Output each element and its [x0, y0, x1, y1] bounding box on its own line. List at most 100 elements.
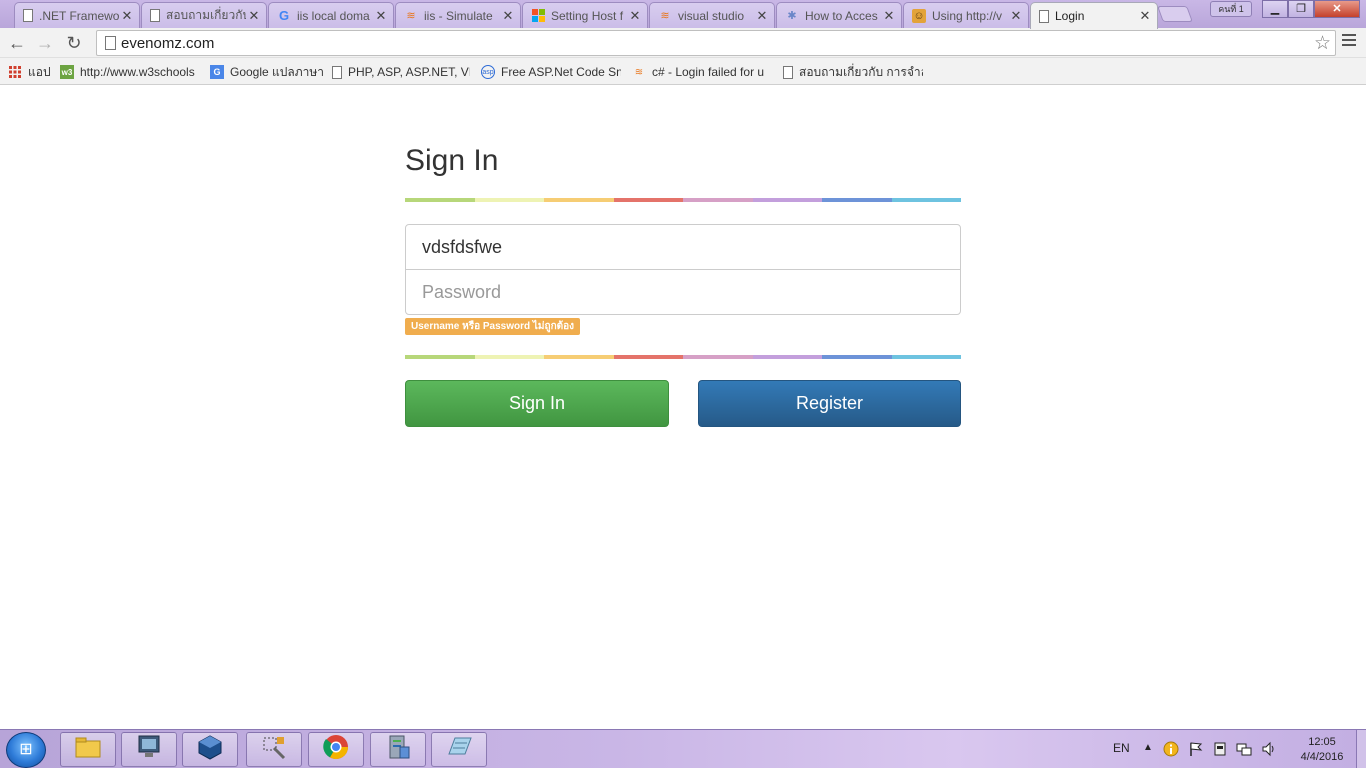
computer-icon [135, 734, 163, 766]
bookmark-free-asp[interactable]: asp Free ASP.Net Code Sn [481, 63, 621, 81]
close-icon[interactable]: ✕ [1137, 8, 1153, 24]
taskbar-file-explorer[interactable] [60, 732, 116, 767]
tab-setting-host[interactable]: Setting Host f ✕ [522, 2, 648, 28]
tab-dotnet-framework[interactable]: .NET Framewo ✕ [14, 2, 140, 28]
username-input[interactable] [405, 224, 961, 270]
address-bar[interactable]: evenomz.com ☆ [96, 30, 1336, 56]
reload-icon: ↻ [66, 33, 82, 53]
taskbar-chrome[interactable] [308, 732, 364, 767]
page-icon [332, 65, 342, 79]
microsoft-icon [531, 9, 545, 23]
arrow-left-icon: ← [8, 33, 26, 53]
tab-visual-studio[interactable]: ≋ visual studio ✕ [649, 2, 775, 28]
stackoverflow-icon: ≋ [406, 10, 416, 22]
bookmark-thai-simulation[interactable]: สอบถามเกี่ยวกับ การจำลอ [783, 63, 923, 81]
bookmark-php-asp[interactable]: PHP, ASP, ASP.NET, VI [332, 63, 470, 81]
asp-icon: asp [481, 65, 495, 79]
minimize-button[interactable]: ▁ [1262, 0, 1288, 18]
taskbar-server-manager[interactable] [370, 732, 426, 767]
bookmark-apps[interactable]: แอป [8, 63, 56, 81]
tab-title: Login [1055, 9, 1085, 23]
arrow-right-icon: → [36, 33, 54, 53]
action-center-flag-icon[interactable] [1188, 741, 1204, 760]
stackoverflow-icon: ≋ [634, 66, 644, 78]
reload-button[interactable]: ↻ [63, 32, 85, 54]
profile-button[interactable]: คนที่ 1 [1210, 1, 1252, 17]
close-window-button[interactable]: ✕ [1314, 0, 1360, 18]
tab-title: สอบถามเกี่ยวกับ [166, 8, 246, 22]
taskbar-virtualbox[interactable] [182, 732, 238, 767]
new-tab-button[interactable] [1157, 6, 1193, 22]
taskbar-computer[interactable] [121, 732, 177, 767]
network-icon[interactable] [1236, 741, 1252, 760]
tray-info-icon[interactable] [1163, 741, 1179, 760]
taskbar-tools[interactable] [246, 732, 302, 767]
tab-title: .NET Framewo [39, 8, 119, 23]
page-icon [150, 9, 160, 22]
close-icon[interactable]: ✕ [373, 8, 389, 24]
password-input[interactable] [405, 269, 961, 315]
page-icon [23, 9, 33, 22]
bookmark-label: c# - Login failed for u [652, 65, 765, 79]
close-icon[interactable]: ✕ [500, 8, 516, 24]
google-icon: G [278, 8, 290, 23]
close-icon[interactable]: ✕ [1008, 8, 1024, 24]
back-button[interactable]: ← [6, 32, 28, 54]
tab-title: iis - Simulate [424, 8, 493, 23]
close-icon[interactable]: ✕ [754, 8, 770, 24]
tab-iis-simulate[interactable]: ≋ iis - Simulate ✕ [395, 2, 521, 28]
page-icon [783, 65, 793, 79]
tab-thai-question[interactable]: สอบถามเกี่ยวกับ ✕ [141, 2, 267, 28]
page-icon [105, 36, 116, 50]
bookmark-w3schools[interactable]: w3 http://www.w3schools [60, 63, 200, 81]
bookmark-label: Google แปลภาษา [230, 64, 325, 79]
maximize-button[interactable]: ❐ [1288, 0, 1314, 18]
error-badge: Username หรือ Password ไม่ถูกต้อง [405, 318, 581, 335]
volume-icon[interactable] [1261, 741, 1277, 760]
bookmark-csharp-login[interactable]: ≋ c# - Login failed for u [632, 63, 772, 81]
rainbow-divider-bottom [405, 355, 961, 359]
rainbow-divider-top [405, 198, 961, 202]
msdn-icon: ✱ [787, 10, 797, 22]
tab-iis-local-domain[interactable]: G iis local doma ✕ [268, 2, 394, 28]
tab-how-to-access[interactable]: ✱ How to Acces ✕ [776, 2, 902, 28]
file-explorer-icon [74, 735, 102, 765]
close-icon[interactable]: ✕ [119, 8, 135, 24]
bookmark-google-translate[interactable]: G Google แปลภาษา [210, 63, 326, 81]
show-desktop-button[interactable] [1356, 730, 1366, 768]
taskbar-notepad[interactable] [431, 732, 487, 767]
language-indicator[interactable]: EN [1113, 741, 1130, 755]
w3schools-icon: w3 [60, 65, 74, 79]
tab-title: visual studio [678, 8, 745, 23]
tab-strip: .NET Framewo ✕ สอบถามเกี่ยวกับ ✕ G iis l… [0, 0, 1366, 29]
url-text[interactable]: evenomz.com [121, 35, 214, 52]
bookmark-star-icon[interactable]: ☆ [1314, 32, 1331, 55]
apps-icon [8, 65, 22, 79]
windows-logo-icon: ⊞ [19, 741, 33, 758]
tab-using-http[interactable]: ☺ Using http://v ✕ [903, 2, 1029, 28]
bookmark-label: Free ASP.Net Code Sn [501, 65, 621, 79]
tab-title: Setting Host f [551, 8, 624, 23]
avatar-icon: ☺ [912, 8, 926, 23]
menu-icon[interactable] [1342, 34, 1356, 49]
show-hidden-icons-button[interactable]: ▲ [1143, 742, 1153, 753]
system-clock[interactable]: 12:05 4/4/2016 [1292, 735, 1352, 765]
clock-time: 12:05 [1308, 736, 1336, 748]
tools-icon [260, 734, 288, 766]
bookmark-label: PHP, ASP, ASP.NET, VI [348, 65, 470, 79]
tab-title: Using http://v [932, 8, 1003, 23]
start-button[interactable]: ⊞ [6, 732, 46, 768]
close-icon[interactable]: ✕ [627, 8, 643, 24]
device-icon[interactable] [1212, 741, 1228, 760]
tab-login[interactable]: Login ✕ [1030, 2, 1158, 29]
close-icon[interactable]: ✕ [881, 8, 897, 24]
register-button[interactable]: Register [698, 380, 961, 427]
bookmarks-bar: แอป w3 http://www.w3schools G Google แปล… [0, 58, 1366, 85]
stackoverflow-icon: ≋ [660, 10, 670, 22]
browser-toolbar: ← → ↻ evenomz.com ☆ [0, 28, 1366, 58]
tab-title: iis local doma [297, 8, 370, 23]
close-icon[interactable]: ✕ [246, 8, 262, 24]
page-title: Sign In [405, 144, 499, 177]
forward-button[interactable]: → [34, 32, 56, 54]
sign-in-button[interactable]: Sign In [405, 380, 669, 427]
